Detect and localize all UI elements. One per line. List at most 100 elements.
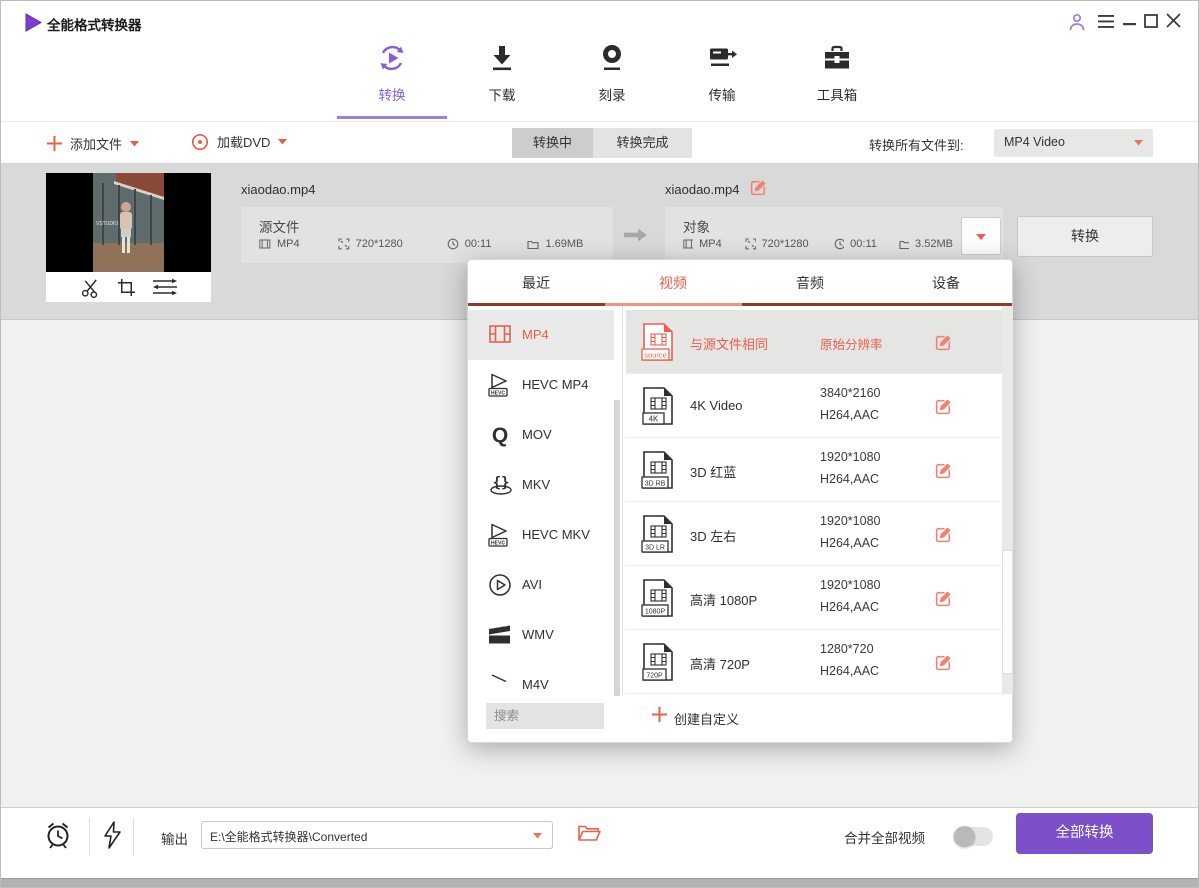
format-item-m4v[interactable]: M4V (468, 660, 614, 694)
avi-icon (488, 573, 512, 597)
tab-finished[interactable]: 转换完成 (593, 128, 692, 158)
target-panel-title: 对象 (683, 216, 710, 236)
burn-icon (597, 43, 627, 73)
popup-tab-audio[interactable]: 音频 (742, 260, 878, 303)
convert-all-button[interactable]: 全部转换 (1016, 813, 1153, 854)
arrow-right-icon (623, 226, 649, 244)
minimize-icon[interactable] (1123, 23, 1136, 27)
trim-icon[interactable] (80, 277, 101, 298)
1080p-file-icon: 1080P (640, 578, 676, 618)
effects-icon[interactable] (152, 278, 178, 296)
popup-tab-video[interactable]: 视频 (605, 260, 741, 303)
format-icon (683, 238, 693, 250)
format-item-avi[interactable]: AVI (468, 560, 614, 610)
format-item-mov[interactable]: Q MOV (468, 410, 614, 460)
output-path-value: E:\全能格式转换器\Converted (210, 828, 367, 845)
nav-bar: 转换 下载 刻录 传输 (337, 43, 897, 104)
3d-rb-file-icon: 3D RB (640, 450, 676, 490)
tab-convert[interactable]: 转换 (337, 43, 447, 104)
preset-same-as-source[interactable]: source 与源文件相同 原始分辨率 (626, 310, 1002, 374)
720p-file-icon: 720P (640, 642, 676, 682)
rename-icon[interactable] (749, 178, 768, 197)
tab-burn[interactable]: 刻录 (557, 43, 667, 104)
quicktime-icon: Q (488, 423, 512, 447)
popup-tab-device[interactable]: 设备 (878, 260, 1014, 303)
edit-preset-icon[interactable] (934, 525, 953, 544)
chevron-down-icon (278, 139, 287, 145)
target-size: 3.52MB (915, 238, 953, 250)
tab-toolbox-label: 工具箱 (777, 84, 897, 104)
target-panel: 对象 MP4 720*1280 00:11 3.52MB (665, 207, 1003, 263)
format-item-hevc-mkv[interactable]: HEVC HEVC MKV (468, 510, 614, 560)
target-duration: 00:11 (850, 238, 877, 250)
footer-divider (89, 818, 90, 856)
crop-icon[interactable] (117, 278, 136, 297)
preset-3d-redblue[interactable]: 3D RB 3D 红蓝 1920*1080 H264,AAC (626, 438, 1002, 502)
format-item-hevc-mp4[interactable]: HEVC HEVC MP4 (468, 360, 614, 410)
preset-4k[interactable]: 4K 4K Video 3840*2160 H264,AAC (626, 374, 1002, 438)
svg-text:4K: 4K (649, 415, 659, 424)
chevron-down-icon (130, 141, 139, 147)
window-bottom-edge (1, 878, 1198, 888)
video-preview-image: VSTUDIO (46, 173, 211, 272)
preset-3d-leftright[interactable]: 3D LR 3D 左右 1920*1080 H264,AAC (626, 502, 1002, 566)
preset-hd-1080p[interactable]: 1080P 高清 1080P 1920*1080 H264,AAC (626, 566, 1002, 630)
maximize-icon[interactable] (1144, 14, 1158, 28)
popup-active-tab-underline (605, 303, 742, 306)
download-icon (487, 43, 517, 73)
tab-transfer[interactable]: 传输 (667, 43, 777, 104)
source-panel-title: 源文件 (259, 216, 300, 236)
svg-text:3D RB: 3D RB (645, 481, 666, 488)
open-folder-icon[interactable] (577, 824, 601, 843)
edit-preset-icon[interactable] (934, 589, 953, 608)
tab-toolbox[interactable]: 工具箱 (777, 43, 897, 104)
highspeed-icon[interactable] (101, 821, 123, 849)
close-icon[interactable] (1166, 13, 1181, 28)
preset-hd-720p[interactable]: 720P 高清 720P 1280*720 H264,AAC (626, 630, 1002, 694)
menu-icon[interactable] (1097, 15, 1115, 29)
tab-converting[interactable]: 转换中 (512, 128, 593, 158)
popup-divider (622, 306, 623, 694)
create-custom-label[interactable]: 创建自定义 (674, 709, 739, 728)
load-dvd-label: 加载DVD (217, 132, 270, 151)
format-item-mkv[interactable]: {} MKV (468, 460, 614, 510)
account-icon[interactable] (1067, 12, 1087, 32)
chevron-down-icon (533, 833, 542, 839)
video-thumbnail: VSTUDIO (46, 173, 211, 302)
output-path-dropdown[interactable]: E:\全能格式转换器\Converted (201, 821, 553, 849)
format-item-wmv[interactable]: WMV (468, 610, 614, 660)
source-panel: 源文件 MP4 720*1280 00:11 1.69MB (241, 207, 613, 263)
edit-preset-icon[interactable] (934, 653, 953, 672)
schedule-icon[interactable] (44, 820, 72, 850)
edit-preset-icon[interactable] (934, 333, 953, 352)
preset-scrollbar-thumb[interactable] (1002, 550, 1013, 674)
tab-download[interactable]: 下载 (447, 43, 557, 104)
resolution-icon (338, 238, 350, 250)
format-picker-popup: 最近 视频 音频 设备 MP4 HEVC HEVC MP4 (467, 259, 1013, 743)
format-item-mp4[interactable]: MP4 (468, 310, 614, 360)
search-input[interactable] (486, 703, 604, 729)
toggle-knob (954, 826, 975, 847)
convert-button[interactable]: 转换 (1017, 216, 1153, 257)
source-resolution: 720*1280 (356, 238, 403, 250)
add-files-button[interactable]: 添加文件 (47, 134, 139, 153)
merge-videos-toggle[interactable] (953, 827, 993, 846)
convert-all-to-label: 转换所有文件到: (869, 135, 964, 154)
chevron-down-icon (1134, 140, 1143, 146)
source-format: MP4 (277, 238, 300, 250)
chevron-down-icon (976, 234, 986, 241)
format-list-scrollbar[interactable] (614, 400, 620, 696)
edit-preset-icon[interactable] (934, 461, 953, 480)
tab-convert-label: 转换 (337, 84, 447, 104)
target-resolution: 720*1280 (762, 238, 809, 250)
svg-text:{}: {} (493, 475, 510, 491)
popup-tab-recent[interactable]: 最近 (468, 260, 604, 303)
svg-text:HEVC: HEVC (491, 390, 505, 396)
target-format-dropdown-button[interactable] (961, 217, 1001, 255)
create-custom-button[interactable] (652, 707, 667, 727)
format-icon (259, 238, 271, 250)
output-format-dropdown[interactable]: MP4 Video (994, 129, 1153, 157)
3d-lr-file-icon: 3D LR (640, 514, 676, 554)
edit-preset-icon[interactable] (934, 397, 953, 416)
load-dvd-button[interactable]: 加载DVD (191, 132, 287, 151)
